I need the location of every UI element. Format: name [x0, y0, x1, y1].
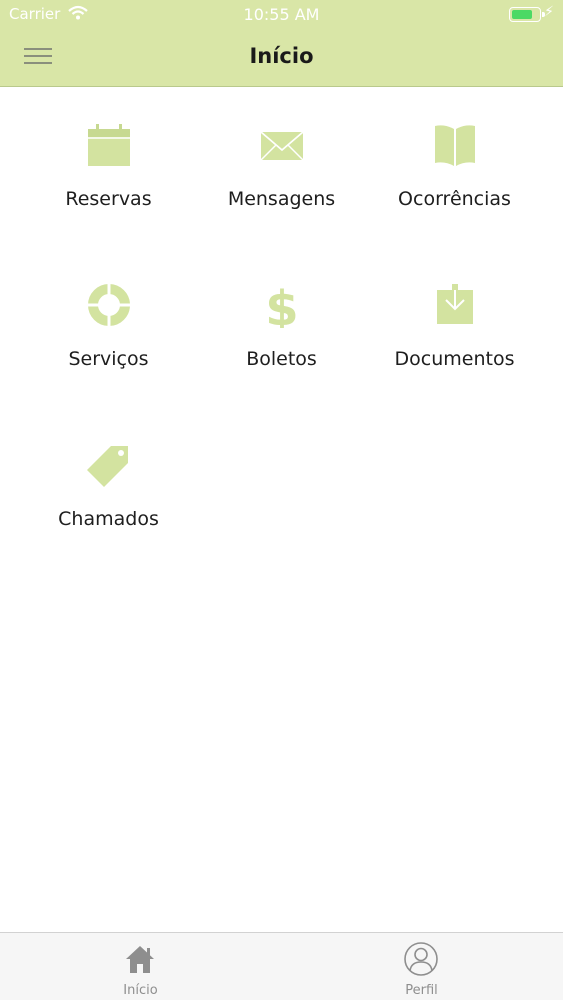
grid-item-label: Mensagens — [227, 188, 336, 210]
tag-icon — [87, 446, 128, 487]
lifebuoy-icon — [88, 284, 130, 326]
tab-perfil[interactable]: Perfil — [281, 933, 562, 1000]
envelope-icon — [260, 131, 304, 161]
grid-item-label: Chamados — [58, 508, 159, 530]
grid-item-label: Documentos — [394, 348, 515, 370]
clock-time: 10:55 AM — [243, 5, 320, 24]
download-box-icon — [437, 284, 473, 324]
grid-item-mensagens[interactable]: Mensagens — [195, 118, 368, 248]
grid-item-reservas[interactable]: Reservas — [22, 118, 195, 248]
grid-item-chamados[interactable]: Chamados — [22, 438, 195, 568]
battery-fill — [512, 10, 532, 19]
grid-item-boletos[interactable]: $ Boletos — [195, 278, 368, 408]
navigation-bar: Início — [0, 30, 563, 86]
book-icon — [435, 125, 475, 166]
charging-bolt-icon: ⚡ — [544, 4, 554, 20]
home-icon — [126, 946, 154, 973]
grid-item-label: Ocorrências — [398, 188, 511, 210]
battery-icon — [509, 7, 545, 22]
grid-item-documentos[interactable]: Documentos — [368, 278, 541, 408]
tab-label: Perfil — [405, 983, 438, 998]
grid-item-servicos[interactable]: Serviços — [22, 278, 195, 408]
page-title: Início — [249, 44, 314, 68]
dollar-icon: $ — [265, 282, 298, 328]
status-bar: Carrier 10:55 AM ⚡ — [0, 0, 563, 30]
grid-item-label: Serviços — [68, 348, 149, 370]
top-bar: Carrier 10:55 AM ⚡ Início — [0, 0, 563, 87]
tab-bar: Início Perfil — [0, 932, 563, 1000]
user-circle-icon — [404, 942, 438, 976]
grid-item-label: Reservas — [65, 188, 152, 210]
tab-label: Início — [123, 983, 158, 998]
tab-inicio[interactable]: Início — [0, 933, 281, 1000]
svg-text:$: $ — [265, 282, 298, 328]
calendar-icon — [88, 124, 130, 166]
grid-item-ocorrencias[interactable]: Ocorrências — [368, 118, 541, 248]
grid-item-label: Boletos — [246, 348, 317, 370]
